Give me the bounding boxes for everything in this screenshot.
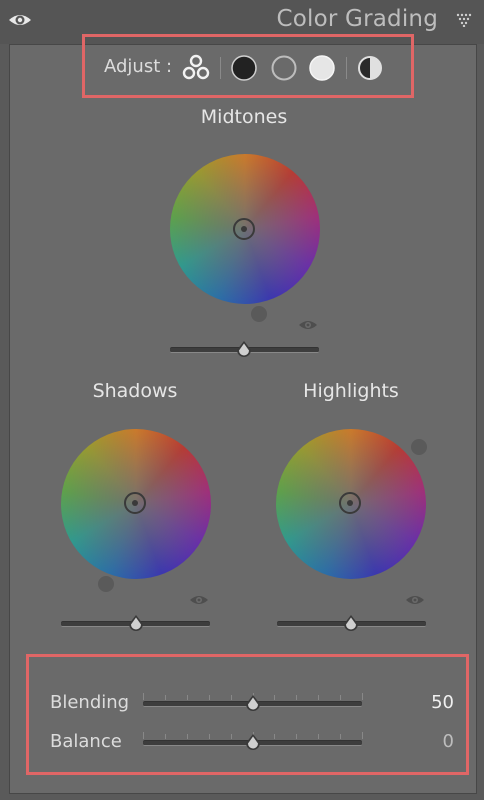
slider-tick: [296, 695, 297, 700]
eye-icon[interactable]: [8, 10, 32, 30]
slider-tick: [165, 695, 166, 700]
highlights-title: Highlights: [303, 380, 399, 402]
blending-thumb[interactable]: [244, 694, 262, 712]
slider-tick: [187, 695, 188, 700]
panel-title: Color Grading: [276, 6, 438, 32]
three-way-mode-icon[interactable]: [182, 54, 210, 82]
shadows-mode-icon[interactable]: [230, 54, 258, 82]
midtones-color-preview: [251, 306, 267, 322]
slider-tick: [296, 734, 297, 739]
slider-tick: [231, 695, 232, 700]
blending-label: Blending: [50, 692, 130, 713]
slider-tick: [318, 734, 319, 739]
slider-tick: [362, 693, 363, 700]
slider-tick: [318, 695, 319, 700]
balance-thumb[interactable]: [244, 733, 262, 751]
midtones-center-handle[interactable]: [233, 218, 255, 240]
slider-tick: [340, 734, 341, 739]
adjust-label: Adjust :: [104, 56, 173, 77]
slider-tick: [209, 695, 210, 700]
highlights-eye-icon[interactable]: [405, 593, 425, 607]
separator: [220, 57, 221, 79]
separator: [346, 57, 347, 79]
highlights-luminance-thumb[interactable]: [342, 614, 360, 632]
shadows-luminance-thumb[interactable]: [127, 614, 145, 632]
slider-tick: [187, 734, 188, 739]
slider-tick: [362, 732, 363, 739]
shadows-center-handle[interactable]: [124, 492, 146, 514]
slider-tick: [143, 693, 144, 700]
global-mode-icon[interactable]: [356, 54, 384, 82]
blend-balance-highlight-box: [26, 654, 469, 775]
shadows-color-preview: [98, 576, 114, 592]
midtones-eye-icon[interactable]: [298, 318, 318, 332]
slider-tick: [340, 695, 341, 700]
slider-tick: [231, 734, 232, 739]
shadows-eye-icon[interactable]: [189, 593, 209, 607]
slider-tick: [143, 732, 144, 739]
balance-value[interactable]: 0: [443, 731, 454, 752]
highlights-color-preview: [411, 439, 427, 455]
slider-tick: [165, 734, 166, 739]
slider-tick: [274, 695, 275, 700]
blending-value[interactable]: 50: [431, 692, 454, 713]
midtones-luminance-thumb[interactable]: [235, 340, 253, 358]
midtones-mode-icon[interactable]: [270, 54, 298, 82]
balance-label: Balance: [50, 731, 122, 752]
slider-tick: [274, 734, 275, 739]
highlights-mode-icon[interactable]: [308, 54, 336, 82]
midtones-title: Midtones: [200, 106, 288, 128]
collapse-triangle-icon[interactable]: [456, 13, 472, 27]
highlights-center-handle[interactable]: [339, 492, 361, 514]
shadows-title: Shadows: [92, 380, 178, 402]
slider-tick: [209, 734, 210, 739]
